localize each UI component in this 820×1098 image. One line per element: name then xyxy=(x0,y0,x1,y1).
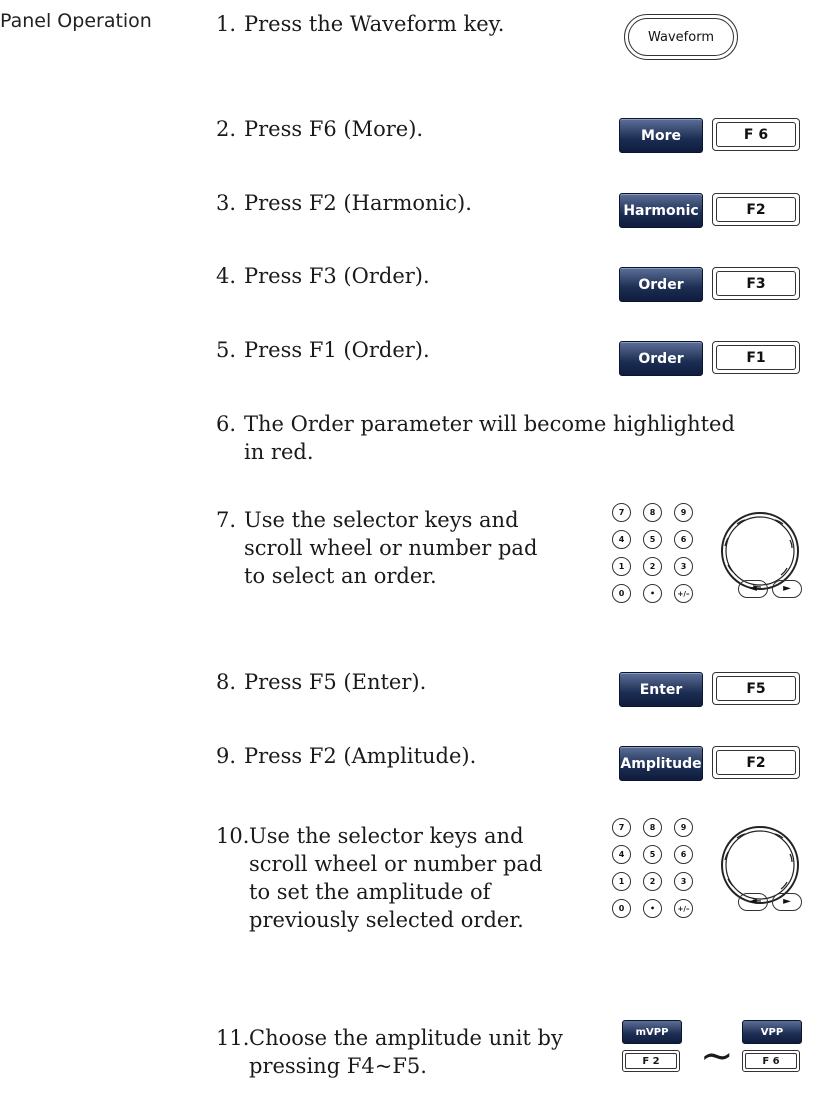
step-number: 5. xyxy=(216,338,237,362)
numpad-key-8[interactable]: 8 xyxy=(643,503,662,522)
f6-key[interactable]: F 6 xyxy=(712,118,800,151)
numpad-key-0[interactable]: 0 xyxy=(612,584,631,603)
f2-small-key-label: F 2 xyxy=(625,1053,677,1069)
step-number: 1. xyxy=(216,12,237,36)
step-text-line: previously selected order. xyxy=(249,908,524,932)
numpad-key-7[interactable]: 7 xyxy=(612,818,631,837)
step-number: 9. xyxy=(216,744,237,768)
numpad-key-7[interactable]: 7 xyxy=(612,503,631,522)
numpad-key-1[interactable]: 1 xyxy=(612,557,631,576)
mvpp-softkey[interactable]: mVPP xyxy=(622,1020,682,1044)
right-arrow-icon: ► xyxy=(783,896,791,907)
amplitude-softkey[interactable]: Amplitude xyxy=(619,746,703,781)
f2-key[interactable]: F2 xyxy=(712,193,800,226)
left-arrow-key[interactable]: ◄ xyxy=(738,580,768,598)
waveform-key[interactable]: Waveform xyxy=(624,14,738,60)
numpad-key-2[interactable]: 2 xyxy=(643,557,662,576)
f2-small-key[interactable]: F 2 xyxy=(622,1050,680,1072)
step-number: 2. xyxy=(216,117,237,141)
numpad-key-6[interactable]: 6 xyxy=(674,845,693,864)
right-arrow-key[interactable]: ► xyxy=(772,580,802,598)
order-softkey[interactable]: Order xyxy=(619,267,703,302)
f3-key-label: F3 xyxy=(716,271,796,296)
step-text: Press F6 (More). xyxy=(244,117,424,141)
step-number: 3. xyxy=(216,191,237,215)
f5-key-label: F5 xyxy=(716,676,796,701)
f6-key-label: F 6 xyxy=(716,122,796,147)
vpp-softkey[interactable]: VPP xyxy=(742,1020,802,1044)
step-text: Press the Waveform key. xyxy=(244,12,505,36)
step-text: Press F2 (Amplitude). xyxy=(244,744,477,768)
numpad-key-6[interactable]: 6 xyxy=(674,530,693,549)
f6-small-key[interactable]: F 6 xyxy=(742,1050,800,1072)
harmonic-softkey[interactable]: Harmonic xyxy=(619,193,703,228)
numpad-key-4[interactable]: 4 xyxy=(612,530,631,549)
order-softkey-f1[interactable]: Order xyxy=(619,341,703,376)
numpad-key-1[interactable]: 1 xyxy=(612,872,631,891)
step-text: Press F1 (Order). xyxy=(244,338,430,362)
f1-key[interactable]: F1 xyxy=(712,341,800,374)
step-text-line: to select an order. xyxy=(244,564,437,588)
f2-key-label: F2 xyxy=(716,750,796,775)
step-number: 10. xyxy=(216,824,250,848)
numpad-key-dot[interactable]: • xyxy=(643,584,662,603)
numpad-key-5[interactable]: 5 xyxy=(643,845,662,864)
numpad-key-5[interactable]: 5 xyxy=(643,530,662,549)
f2-key-amplitude[interactable]: F2 xyxy=(712,746,800,779)
step-text-line: Use the selector keys and xyxy=(249,824,524,848)
step-text-line: Choose the amplitude unit by xyxy=(249,1026,563,1050)
step-text-line: scroll wheel or number pad xyxy=(249,852,543,876)
step-text-line: Use the selector keys and xyxy=(244,508,519,532)
numpad-key-dot[interactable]: • xyxy=(643,899,662,918)
left-arrow-icon: ◄ xyxy=(749,896,757,907)
step-text-line: scroll wheel or number pad xyxy=(244,536,538,560)
numpad-key-3[interactable]: 3 xyxy=(674,872,693,891)
step-number: 11. xyxy=(216,1026,250,1050)
step-number: 6. xyxy=(216,412,237,436)
f2-key-label: F2 xyxy=(716,197,796,222)
numpad-key-plus-minus[interactable]: +/– xyxy=(674,584,693,603)
step-text-line: to set the amplitude of xyxy=(249,880,491,904)
waveform-key-label: Waveform xyxy=(628,18,734,56)
more-softkey[interactable]: More xyxy=(619,118,703,153)
f6-small-key-label: F 6 xyxy=(745,1053,797,1069)
section-label: Panel Operation xyxy=(0,10,152,32)
numpad-key-4[interactable]: 4 xyxy=(612,845,631,864)
left-arrow-key[interactable]: ◄ xyxy=(738,893,768,911)
enter-softkey[interactable]: Enter xyxy=(619,672,703,707)
step-number: 4. xyxy=(216,264,237,288)
numpad-key-3[interactable]: 3 xyxy=(674,557,693,576)
step-text: Press F3 (Order). xyxy=(244,264,430,288)
step-number: 7. xyxy=(216,508,237,532)
range-tilde: ~ xyxy=(700,1033,734,1079)
numpad-key-plus-minus[interactable]: +/– xyxy=(674,899,693,918)
numpad-key-8[interactable]: 8 xyxy=(643,818,662,837)
numpad-key-0[interactable]: 0 xyxy=(612,899,631,918)
right-arrow-icon: ► xyxy=(783,583,791,594)
step-number: 8. xyxy=(216,670,237,694)
f1-key-label: F1 xyxy=(716,345,796,370)
numpad-key-9[interactable]: 9 xyxy=(674,818,693,837)
step-text: Press F2 (Harmonic). xyxy=(244,191,472,215)
f3-key[interactable]: F3 xyxy=(712,267,800,300)
step-text-line: pressing F4~F5. xyxy=(249,1054,427,1078)
step-text-line: in red. xyxy=(244,440,314,464)
numpad-key-9[interactable]: 9 xyxy=(674,503,693,522)
right-arrow-key[interactable]: ► xyxy=(772,893,802,911)
f5-key[interactable]: F5 xyxy=(712,672,800,705)
step-text: Press F5 (Enter). xyxy=(244,670,427,694)
step-text-line: The Order parameter will become highligh… xyxy=(244,412,735,436)
left-arrow-icon: ◄ xyxy=(749,583,757,594)
numpad-key-2[interactable]: 2 xyxy=(643,872,662,891)
